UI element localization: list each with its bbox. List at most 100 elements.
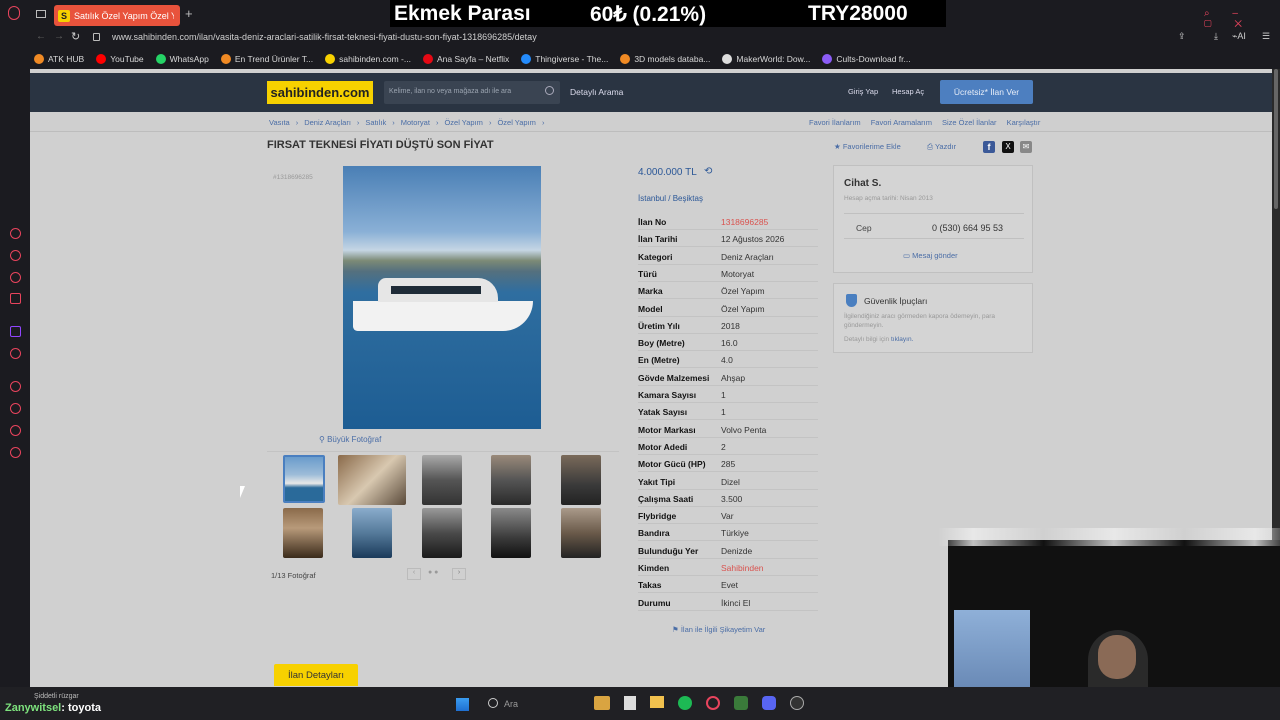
taskbar-app-icons[interactable]: [594, 696, 830, 712]
taskbar-search-label[interactable]: Ara: [504, 699, 518, 709]
send-message-link[interactable]: ▭ Mesaj gönder: [903, 251, 958, 260]
sidebar-icon-3[interactable]: [10, 272, 21, 283]
breadcrumb-item[interactable]: Özel Yapım: [444, 118, 483, 127]
post-ad-button[interactable]: Ücretsiz* İlan Ver: [940, 80, 1033, 104]
location-city[interactable]: İstanbul: [638, 194, 666, 203]
main-photo[interactable]: [343, 166, 541, 429]
breadcrumb-item[interactable]: Motoryat: [401, 118, 430, 127]
photo-next-button[interactable]: ›: [452, 568, 466, 580]
thumbnail[interactable]: [422, 508, 462, 558]
safety-title: Güvenlik İpuçları: [864, 296, 928, 306]
bookmark-item[interactable]: Ana Sayfa – Netflix: [422, 54, 509, 64]
bookmark-item[interactable]: MakerWorld: Dow...: [722, 54, 810, 64]
price-history-icon[interactable]: ⟲: [704, 166, 712, 177]
share-icon[interactable]: ⇪: [1178, 31, 1186, 42]
thumbnail[interactable]: [283, 508, 323, 558]
folder-icon[interactable]: [650, 696, 664, 708]
bookmark-item[interactable]: sahibinden.com -...: [325, 54, 411, 64]
top-link[interactable]: Favori İlanlarım: [809, 118, 861, 127]
spec-value: 2: [721, 441, 726, 452]
discord-icon[interactable]: [762, 696, 776, 710]
spotify-icon[interactable]: [678, 696, 692, 710]
mail-share-icon[interactable]: ✉: [1020, 141, 1032, 153]
forward-icon[interactable]: →: [54, 31, 64, 42]
facebook-share-icon[interactable]: f: [983, 141, 995, 153]
history-icon[interactable]: [10, 403, 21, 414]
thumbnail[interactable]: [338, 455, 406, 505]
complaint-link[interactable]: ⚑ İlan ile İlgili Şikayetim Var: [672, 625, 765, 634]
phone-number[interactable]: 0 (530) 664 95 53: [932, 223, 1003, 233]
breadcrumb-item[interactable]: Özel Yapım: [497, 118, 536, 127]
windows-start-icon[interactable]: [456, 698, 469, 711]
x-share-icon[interactable]: X: [1002, 141, 1014, 153]
bookmark-item[interactable]: Thingiverse - The...: [521, 54, 608, 64]
download-icon[interactable]: ⤓: [1214, 31, 1218, 42]
bookmark-item[interactable]: 3D models databa...: [620, 54, 710, 64]
browser-menu-icon[interactable]: [8, 6, 20, 20]
bookmark-favicon-icon: [34, 54, 44, 64]
top-link[interactable]: Favori Aramalarım: [871, 118, 932, 127]
spec-label: Bandıra: [638, 528, 670, 539]
url-text[interactable]: www.sahibinden.com/ilan/vasita-deniz-ara…: [112, 32, 537, 42]
taskbar-search-icon[interactable]: [488, 698, 498, 708]
mouse-cursor-icon: [240, 486, 250, 498]
breadcrumb-item[interactable]: Satılık: [365, 118, 386, 127]
bookmark-item[interactable]: ATK HUB: [34, 54, 84, 64]
breadcrumb-item[interactable]: Vasıta: [269, 118, 290, 127]
search-icon[interactable]: [545, 86, 554, 95]
settings-icon[interactable]: [10, 447, 21, 458]
thumbnail[interactable]: [561, 508, 601, 558]
app-icon[interactable]: [734, 696, 748, 710]
bookmark-item[interactable]: YouTube: [96, 54, 144, 64]
files-app-icon[interactable]: [594, 696, 610, 710]
spec-label: Bulunduğu Yer: [638, 545, 699, 556]
spec-label: Kimden: [638, 563, 670, 573]
reload-icon[interactable]: ↻: [71, 30, 80, 43]
big-photo-link[interactable]: ⚲ Büyük Fotoğraf: [319, 435, 381, 444]
window-controls[interactable]: ⌕ – ▢ ✕: [1204, 8, 1274, 30]
thumbnail[interactable]: [352, 508, 392, 558]
thumbnail[interactable]: [491, 455, 531, 505]
new-tab-button[interactable]: +: [185, 6, 193, 21]
bookmark-label: YouTube: [110, 54, 144, 64]
sidebar-icon-7[interactable]: [10, 381, 21, 392]
sidebar-icon-1[interactable]: [10, 228, 21, 239]
login-link[interactable]: Giriş Yap: [848, 87, 878, 96]
sidebar-icon-9[interactable]: [10, 425, 21, 436]
bookmark-item[interactable]: WhatsApp: [155, 54, 209, 64]
sidebar-icon-6[interactable]: [10, 348, 21, 359]
top-link[interactable]: Karşılaştır: [1007, 118, 1041, 127]
seller-name[interactable]: Cihat S.: [844, 178, 881, 189]
tab-list-icon[interactable]: [36, 10, 46, 18]
scrollbar-thumb[interactable]: [1274, 69, 1278, 209]
app-icon[interactable]: [790, 696, 804, 710]
bookmark-item[interactable]: Cults-Download fr...: [822, 54, 911, 64]
search-input[interactable]: Kelime, ilan no veya mağaza adı ile ara: [384, 81, 560, 104]
opera-icon[interactable]: [706, 696, 720, 710]
breadcrumb-item[interactable]: Deniz Araçları: [304, 118, 351, 127]
safety-more-link[interactable]: tıklayın.: [891, 336, 913, 343]
print-link[interactable]: ⎙ Yazdır: [927, 142, 956, 152]
twitch-icon[interactable]: [10, 326, 21, 337]
thumbnail[interactable]: [283, 455, 325, 503]
ai-icon[interactable]: ⌁AI: [1232, 31, 1246, 42]
photo-prev-button[interactable]: ‹: [407, 568, 421, 580]
site-logo[interactable]: sahibinden.com: [267, 81, 373, 104]
thumbnail[interactable]: [422, 455, 462, 505]
sidebar-icon-4[interactable]: [10, 293, 21, 304]
details-tab[interactable]: İlan Detayları: [274, 664, 358, 686]
tab-active[interactable]: S Satılık Özel Yapım Özel Yap: [54, 5, 180, 26]
bookmark-item[interactable]: En Trend Ürünler T...: [220, 54, 313, 64]
spec-value: Özel Yapım: [721, 286, 765, 297]
register-link[interactable]: Hesap Aç: [892, 87, 924, 96]
sidebar-icon-2[interactable]: [10, 250, 21, 261]
thumbnail[interactable]: [561, 455, 601, 505]
app-icon[interactable]: [624, 696, 636, 710]
back-icon[interactable]: ←: [36, 31, 46, 42]
advanced-search-link[interactable]: Detaylı Arama: [570, 87, 623, 97]
menu-icon[interactable]: ☰: [1262, 31, 1270, 42]
favorite-add-link[interactable]: ★ Favorilerime Ekle: [834, 142, 901, 151]
thumbnail[interactable]: [491, 508, 531, 558]
location-district[interactable]: Beşiktaş: [673, 194, 703, 203]
top-link[interactable]: Size Özel İlanlar: [942, 118, 997, 127]
